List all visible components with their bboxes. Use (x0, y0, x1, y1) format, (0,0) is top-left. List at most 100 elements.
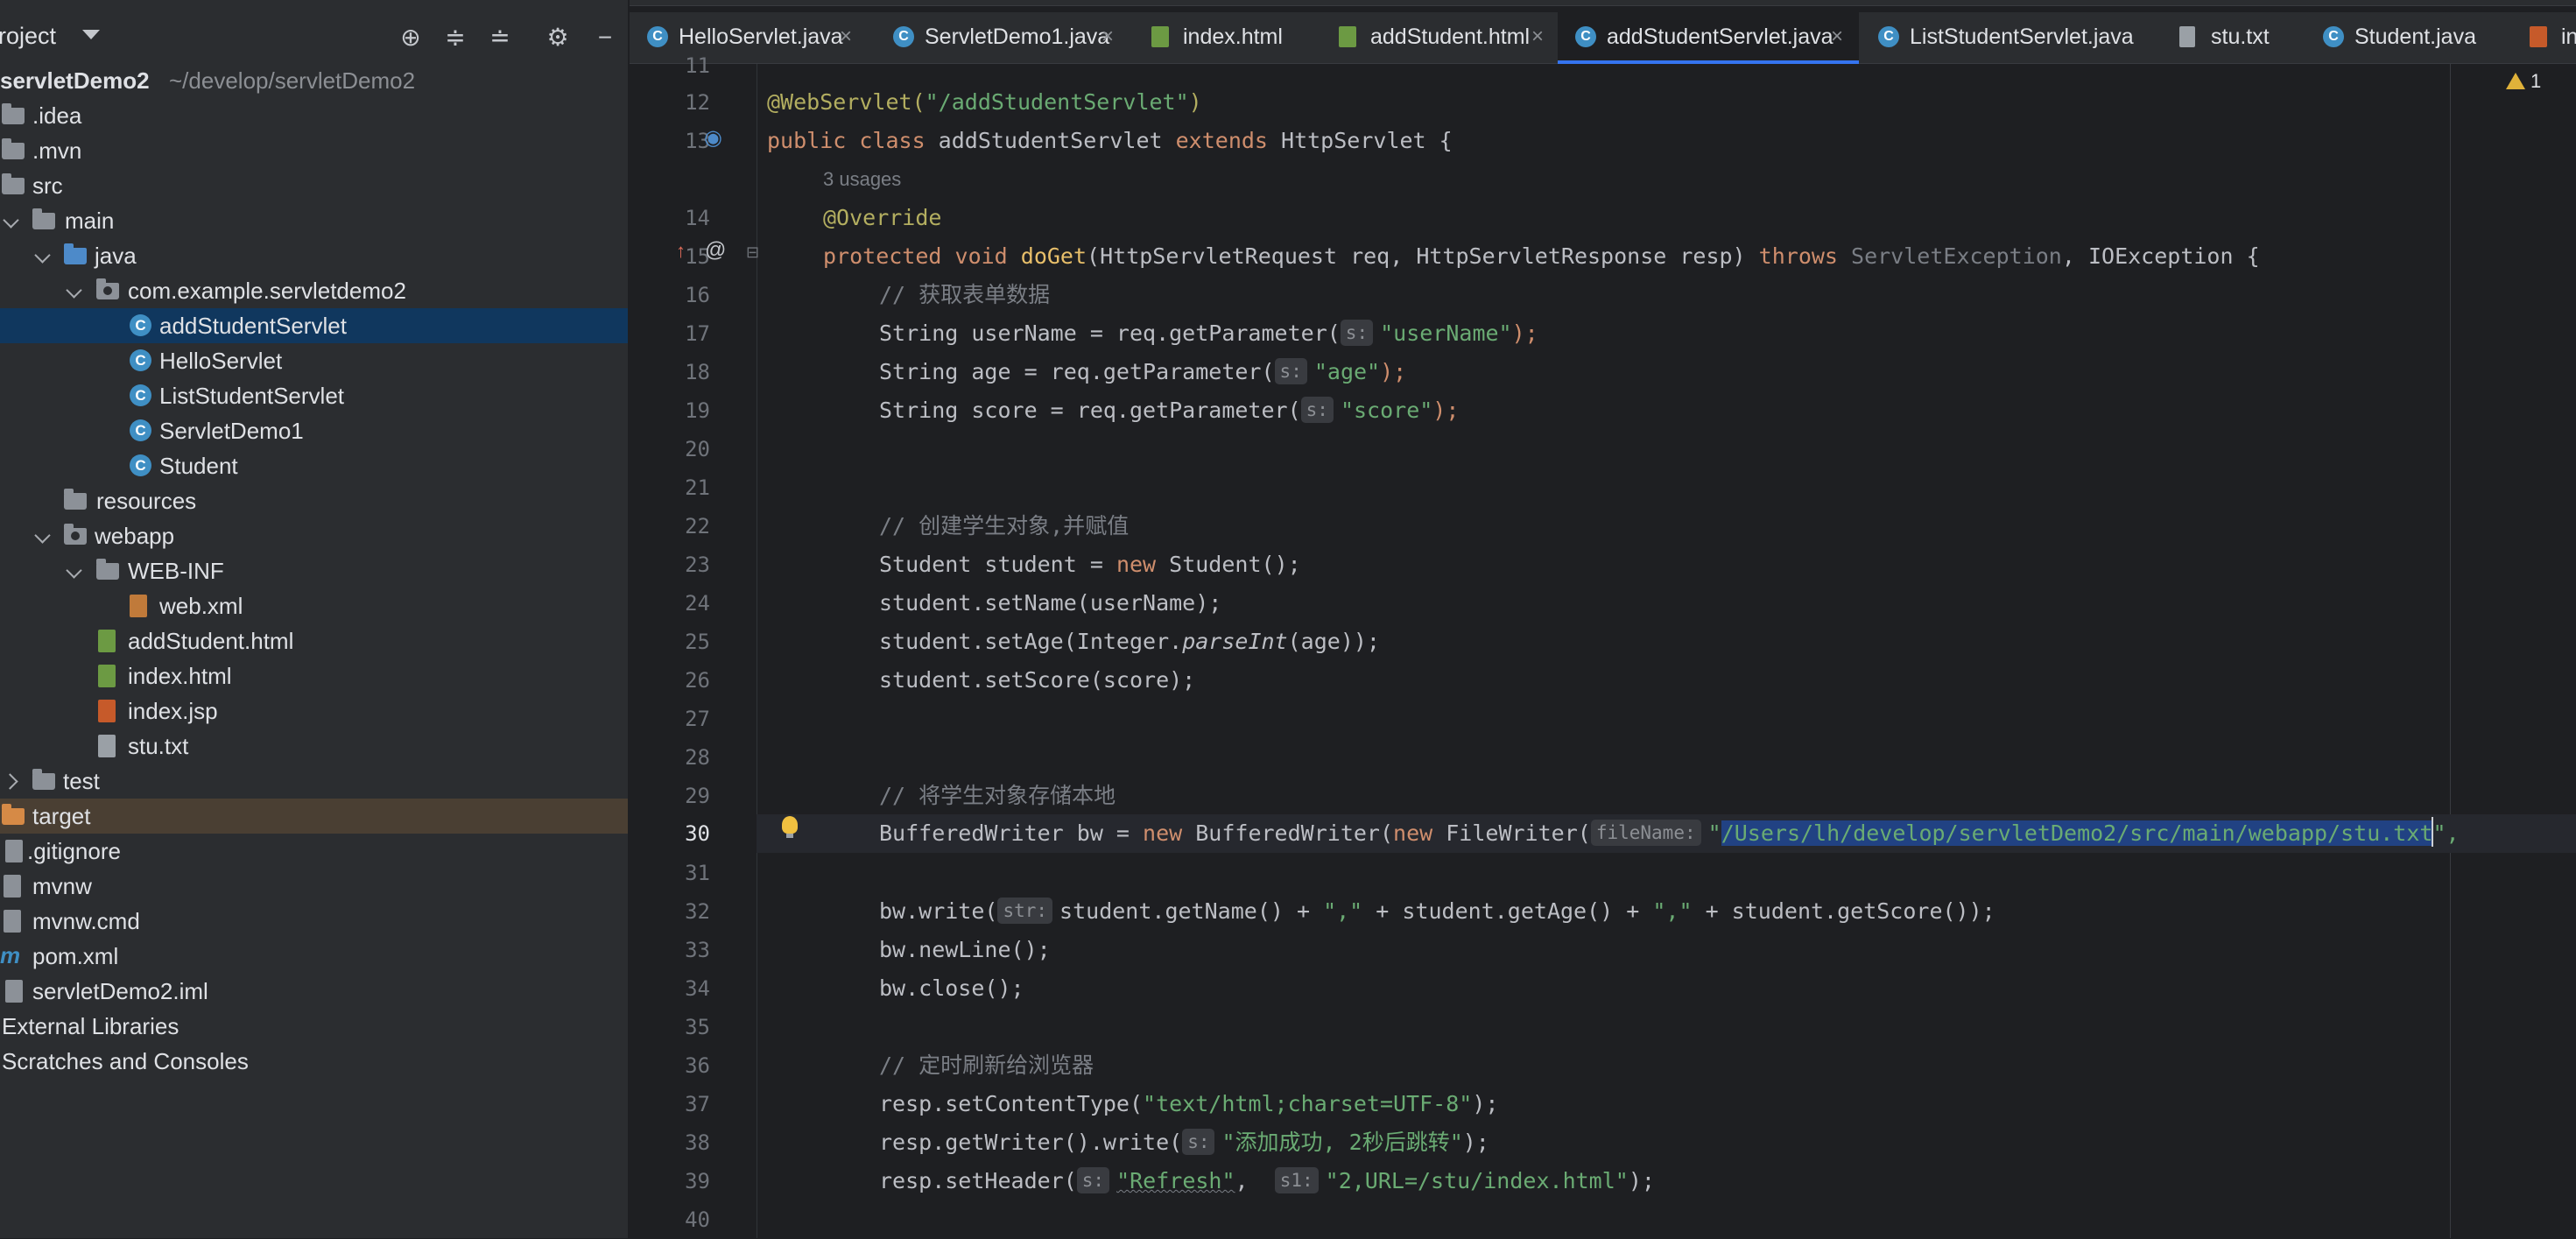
code-token: student.setAge(Integer. (879, 629, 1183, 654)
code-token: + student.getAge() + (1362, 898, 1653, 924)
tab-stu-txt[interactable]: stu.txt (2162, 12, 2302, 63)
tree-item-helloservlet[interactable]: C HelloServlet (0, 343, 628, 378)
locate-file-icon[interactable]: ⊕ (396, 23, 426, 53)
tree-item-student[interactable]: C Student (0, 448, 628, 483)
code-line-26: student.setScore(score); (879, 667, 1196, 693)
code-line-30: BufferedWriter bw = new BufferedWriter(n… (879, 814, 2473, 853)
line-number: 16 (685, 283, 710, 307)
tab-index-jsp-partial[interactable]: in (2512, 12, 2576, 63)
java-class-icon: C (130, 454, 151, 476)
collapse-all-icon[interactable]: ≐ (485, 23, 515, 53)
tree-item-index-html[interactable]: index.html (0, 658, 628, 693)
line-number: 40 (685, 1207, 710, 1232)
code-token: " (1707, 820, 1721, 846)
tree-item-servletdemo2[interactable]: servletDemo2 ~/develop/servletDemo2 (0, 63, 628, 98)
tree-item-stu-txt[interactable]: stu.txt (0, 729, 628, 764)
tree-item-webapp[interactable]: webapp (0, 518, 628, 553)
fold-icon[interactable]: ⊟ (746, 243, 759, 262)
tree-item-src[interactable]: src (0, 168, 628, 203)
tab-servletdemo1[interactable]: C ServletDemo1.java × (876, 12, 1130, 63)
code-token: "/addStudentServlet" (925, 89, 1189, 115)
line-number: 12 (685, 90, 710, 115)
close-icon[interactable]: × (1101, 25, 1114, 49)
tree-item-external-libraries[interactable]: External Libraries (0, 1009, 628, 1044)
line-number: 29 (685, 784, 710, 808)
usages-hint[interactable]: 3 usages (823, 160, 901, 199)
hide-panel-icon[interactable]: − (590, 23, 620, 53)
tree-item-iml[interactable]: servletDemo2.iml (0, 974, 628, 1009)
override-gutter-icon[interactable]: ↑ (676, 240, 686, 263)
line-number: 26 (685, 668, 710, 693)
chevron-down-icon[interactable] (4, 203, 23, 238)
tree-item-addstudent-html[interactable]: addStudent.html (0, 623, 628, 658)
tree-item-idea[interactable]: .idea (0, 98, 628, 133)
chevron-down-icon[interactable] (67, 273, 86, 308)
code-token: throws (1758, 243, 1852, 269)
tab-addstudentservlet[interactable]: C addStudentServlet.java × (1558, 12, 1859, 64)
code-line-37: resp.setContentType("text/html;charset=U… (879, 1085, 1498, 1123)
tree-item-target[interactable]: target (0, 799, 628, 834)
tree-item-label: resources (96, 488, 197, 514)
tree-item-label: Scratches and Consoles (2, 1048, 249, 1074)
line-number: 18 (685, 360, 710, 384)
tab-liststudentservlet[interactable]: C ListStudentServlet.java (1861, 12, 2150, 63)
inspection-widget[interactable]: 1 (2506, 70, 2541, 93)
tree-item-label: Student (159, 453, 238, 479)
tree-item-java[interactable]: java (0, 238, 628, 273)
code-line-22: // 创建学生对象,并赋值 (879, 507, 1129, 546)
close-icon[interactable]: × (1831, 25, 1843, 49)
tree-item-label: External Libraries (2, 1013, 179, 1039)
close-icon[interactable]: × (840, 25, 852, 49)
tree-item-web-inf[interactable]: WEB-INF (0, 553, 628, 588)
tree-item-label: addStudent.html (128, 628, 294, 654)
tree-item-main[interactable]: main (0, 203, 628, 238)
code-token: BufferedWriter bw = (879, 820, 1144, 846)
close-icon[interactable]: × (1531, 25, 1544, 49)
gear-icon[interactable]: ⚙ (543, 23, 573, 53)
tree-item-mvnw[interactable]: mvnw (0, 869, 628, 904)
tree-item-mvnw-cmd[interactable]: mvnw.cmd (0, 904, 628, 939)
tab-student[interactable]: C Student.java (2305, 12, 2509, 63)
tree-item-liststudentservlet[interactable]: C ListStudentServlet (0, 378, 628, 413)
chevron-down-icon[interactable] (67, 553, 86, 588)
chevron-down-icon[interactable] (35, 238, 54, 273)
java-class-icon: C (647, 26, 668, 47)
view-dropdown-chevron-icon[interactable] (82, 30, 100, 39)
tree-item-index-jsp[interactable]: index.jsp (0, 693, 628, 729)
tree-item-servletdemo1[interactable]: C ServletDemo1 (0, 413, 628, 448)
annotation-gutter-icon[interactable]: @ (705, 238, 726, 263)
line-number: 32 (685, 899, 710, 924)
chevron-right-icon[interactable] (5, 764, 25, 799)
tab-addstudent-html[interactable]: addStudent.html × (1321, 12, 1556, 63)
tree-item-resources[interactable]: resources (0, 483, 628, 518)
tab-index-html[interactable]: index.html (1134, 12, 1309, 63)
code-line-16: // 获取表单数据 (879, 276, 1050, 314)
tree-item-web-xml[interactable]: web.xml (0, 588, 628, 623)
line-number: 22 (685, 514, 710, 539)
lightbulb-icon[interactable] (782, 816, 798, 838)
param-hint: str: (997, 898, 1053, 924)
file-icon (5, 840, 23, 862)
resources-folder-icon (64, 489, 87, 510)
tree-item-package[interactable]: com.example.servletdemo2 (0, 273, 628, 308)
code-token: resp.getWriter().write( (879, 1130, 1183, 1155)
tree-item-gitignore[interactable]: .gitignore (0, 834, 628, 869)
project-panel-title[interactable]: roject (0, 23, 56, 50)
text-file-icon (2179, 26, 2195, 47)
tree-item-label: servletDemo2.iml (32, 978, 208, 1004)
tree-item-test[interactable]: test (0, 764, 628, 799)
expand-all-icon[interactable]: ≑ (440, 23, 470, 53)
java-class-icon: C (130, 419, 151, 441)
tree-item-label: servletDemo2 (0, 67, 150, 94)
tree-item-label: pom.xml (32, 943, 119, 969)
selected-text[interactable]: /Users/lh/develop/servletDemo2/src/main/… (1721, 820, 2433, 846)
param-hint: s: (1076, 1167, 1110, 1193)
code-token: Student student = (879, 552, 1116, 577)
servlet-gutter-icon[interactable]: ◉ (704, 125, 722, 151)
tree-item-pom-xml[interactable]: m pom.xml (0, 939, 628, 974)
project-panel-header: roject ⊕ ≑ ≐ ⚙ − (0, 12, 628, 63)
tree-item-scratches[interactable]: Scratches and Consoles (0, 1044, 628, 1079)
chevron-down-icon[interactable] (35, 518, 54, 553)
tree-item-mvn[interactable]: .mvn (0, 133, 628, 168)
tree-item-addstudentservlet[interactable]: C addStudentServlet (0, 308, 628, 343)
